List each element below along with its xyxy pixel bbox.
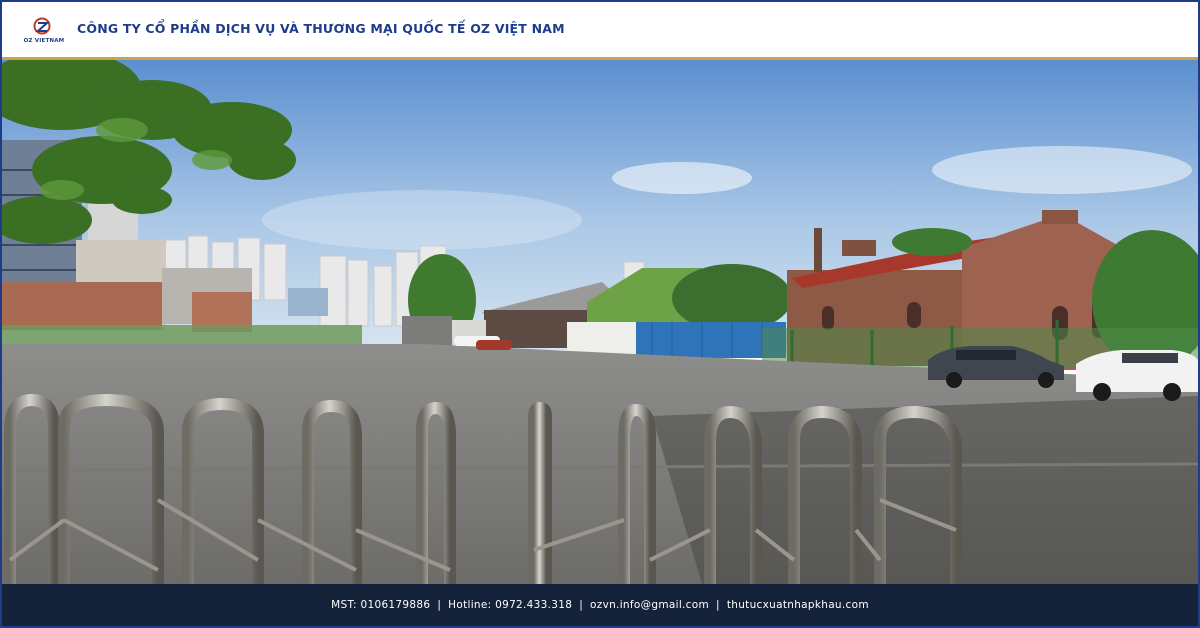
header: OZ VIETNAM CÔNG TY CỔ PHẦN DỊCH VỤ VÀ TH…	[2, 2, 1198, 57]
banner-frame: OZ VIETNAM CÔNG TY CỔ PHẦN DỊCH VỤ VÀ TH…	[0, 0, 1200, 628]
footer-separator: |	[437, 599, 442, 611]
company-logo: OZ VIETNAM	[22, 16, 66, 48]
oz-logo-icon	[33, 17, 51, 35]
hero-photo	[2, 60, 1198, 584]
email-link[interactable]: ozvn.info@gmail.com	[590, 599, 709, 611]
hotline: Hotline: 0972.433.318	[448, 599, 573, 611]
tax-code: MST: 0106179886	[331, 599, 431, 611]
logo-text: OZ VIETNAM	[23, 38, 65, 44]
footer-bar: MST: 0106179886 | Hotline: 0972.433.318 …	[2, 584, 1198, 626]
footer-separator: |	[716, 599, 720, 611]
company-name: CÔNG TY CỔ PHẦN DỊCH VỤ VÀ THƯƠNG MẠI QU…	[77, 21, 565, 36]
website-link[interactable]: thutucxuatnhapkhau.com	[727, 599, 869, 611]
footer-separator: |	[579, 599, 584, 611]
